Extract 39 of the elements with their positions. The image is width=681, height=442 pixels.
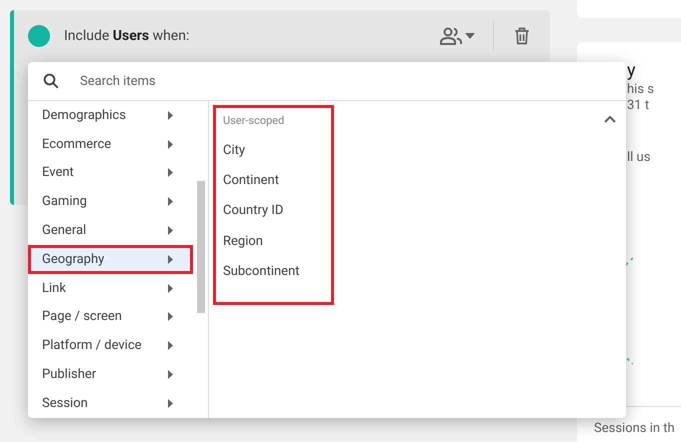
scrollbar-thumb[interactable] <box>197 181 205 313</box>
status-dot <box>28 25 50 47</box>
card-text: 31 t <box>627 98 650 114</box>
category-item[interactable]: Event <box>28 158 193 188</box>
submenu-arrow-icon <box>168 341 173 350</box>
card-text: ll us <box>627 150 652 166</box>
submenu-arrow-icon <box>168 370 173 380</box>
category-item[interactable]: Gaming <box>28 187 193 216</box>
submenu-arrow-icon <box>168 226 173 236</box>
caret-icon <box>465 33 475 39</box>
dimension-item[interactable]: Continent <box>223 165 331 196</box>
category-item[interactable]: Link <box>28 274 193 303</box>
dimension-item[interactable]: Subcontinent <box>223 256 331 287</box>
dimension-item[interactable]: Region <box>223 226 331 257</box>
submenu-arrow-icon <box>168 284 173 293</box>
submenu-arrow-icon <box>168 110 173 120</box>
submenu-arrow-icon <box>168 254 173 264</box>
condition-label: Include Users when: <box>64 28 190 44</box>
search-field[interactable]: Search items <box>78 72 626 90</box>
group-heading: User-scoped <box>223 113 286 128</box>
submenu-arrow-icon <box>168 398 173 408</box>
submenu-arrow-icon <box>168 140 173 149</box>
category-item[interactable]: Publisher <box>28 360 193 389</box>
category-item[interactable]: Platform / device <box>28 331 193 360</box>
dimension-item[interactable]: City <box>223 135 331 166</box>
search-icon <box>42 72 60 90</box>
dimension-item[interactable]: Country ID <box>223 196 331 226</box>
card-title: y <box>627 60 637 82</box>
submenu-arrow-icon <box>168 197 173 206</box>
category-item[interactable]: Page / screen <box>28 302 193 332</box>
category-item[interactable]: Session <box>28 388 193 418</box>
category-item[interactable]: Demographics <box>28 101 193 130</box>
category-item[interactable]: Ecommerce <box>28 130 193 159</box>
category-item[interactable]: General <box>28 216 193 245</box>
collapse-chevron-icon[interactable] <box>604 115 616 123</box>
submenu-arrow-icon <box>168 168 173 178</box>
submenu-arrow-icon <box>168 312 173 322</box>
category-item[interactable]: Geography <box>28 244 193 274</box>
card-text: his s <box>627 82 655 98</box>
